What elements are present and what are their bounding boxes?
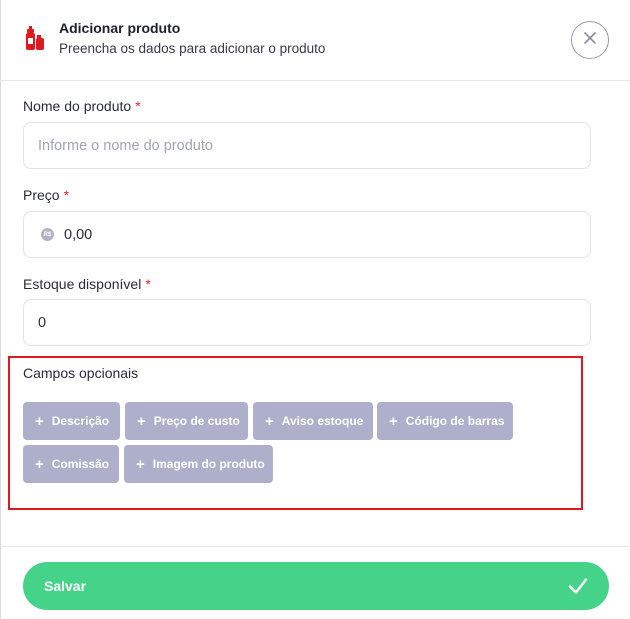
- chip-label: Código de barras: [405, 414, 505, 428]
- footer-divider: [0, 546, 630, 547]
- modal-header: Adicionar produto Preencha os dados para…: [0, 0, 630, 81]
- save-button[interactable]: Salvar: [23, 562, 609, 610]
- page-title: Adicionar produto: [59, 20, 181, 36]
- required-mark: *: [145, 276, 151, 292]
- window-edge: [0, 0, 1, 619]
- stock-label: Estoque disponível *: [23, 276, 151, 292]
- price-label: Preço *: [23, 187, 69, 203]
- chip-label: Comissão: [51, 457, 110, 471]
- chip-label: Descrição: [51, 414, 110, 428]
- required-mark: *: [63, 187, 70, 203]
- add-cost-price-button[interactable]: + Preço de custo: [125, 402, 248, 440]
- optional-fields-title: Campos opcionais: [23, 365, 139, 381]
- save-label: Salvar: [44, 578, 87, 594]
- add-stock-alert-button[interactable]: + Aviso estoque: [253, 402, 373, 440]
- plus-icon: +: [389, 412, 398, 430]
- add-product-image-button[interactable]: + Imagem do produto: [124, 445, 273, 483]
- close-icon: [584, 31, 596, 49]
- plus-icon: +: [137, 412, 146, 430]
- stock-input[interactable]: [23, 299, 591, 346]
- product-bottles-icon: [25, 26, 45, 52]
- add-barcode-button[interactable]: + Código de barras: [377, 402, 513, 440]
- plus-icon: +: [136, 455, 145, 473]
- chip-label: Preço de custo: [153, 414, 240, 428]
- stock-label-text: Estoque disponível: [23, 276, 142, 292]
- product-name-label-text: Nome do produto: [23, 98, 132, 114]
- currency-icon: R$: [41, 228, 54, 241]
- checkmark-icon: [567, 575, 589, 597]
- close-button[interactable]: [571, 21, 609, 59]
- add-commission-button[interactable]: + Comissão: [23, 445, 119, 483]
- plus-icon: +: [265, 412, 274, 430]
- price-input[interactable]: [23, 211, 591, 258]
- plus-icon: +: [35, 412, 44, 430]
- add-description-button[interactable]: + Descrição: [23, 402, 120, 440]
- page-subtitle: Preencha os dados para adicionar o produ…: [59, 41, 326, 56]
- plus-icon: +: [35, 455, 44, 473]
- price-label-text: Preço: [23, 187, 60, 203]
- chip-label: Imagem do produto: [152, 457, 265, 471]
- product-name-label: Nome do produto *: [23, 98, 141, 114]
- required-mark: *: [135, 98, 141, 114]
- product-name-input[interactable]: [23, 122, 591, 169]
- chip-label: Aviso estoque: [281, 414, 364, 428]
